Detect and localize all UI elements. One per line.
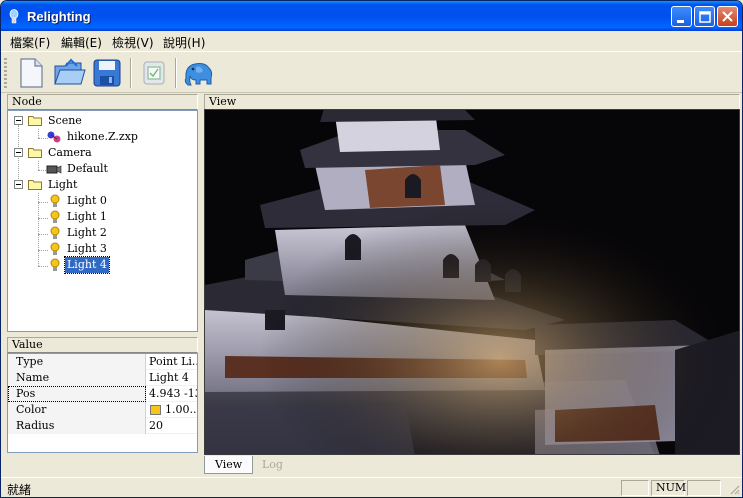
new-file-icon: [20, 58, 43, 88]
tree-item-label: Camera: [48, 146, 92, 159]
tree-item-model[interactable]: hikone.Z.zxp: [8, 129, 197, 145]
toolbar: [1, 51, 742, 93]
view-tabs: View Log: [204, 456, 740, 476]
menu-edit[interactable]: 編輯(E): [61, 34, 102, 51]
app-window: Relighting 檔案(F) 編輯(E) 檢視(V) 說明(H) Node …: [0, 0, 743, 498]
tree-item-label: Light 3: [67, 242, 107, 255]
model-icon: [47, 131, 61, 143]
collapse-toggle[interactable]: [14, 116, 23, 125]
property-row-color[interactable]: Color 1.00...: [8, 402, 197, 418]
title-bar[interactable]: Relighting: [1, 1, 742, 31]
property-key: Radius: [8, 418, 146, 434]
property-value[interactable]: 1.00...: [149, 402, 197, 418]
elephant-button[interactable]: [181, 56, 217, 90]
render-icon: [143, 61, 165, 85]
menu-file[interactable]: 檔案(F): [10, 34, 50, 51]
minimize-icon: [677, 20, 684, 23]
minimize-button[interactable]: [671, 6, 692, 27]
toolbar-grip[interactable]: [4, 58, 7, 88]
tree-item-label: Default: [67, 162, 108, 175]
render-viewport[interactable]: [204, 109, 740, 455]
property-key: Pos: [8, 386, 146, 402]
tree-item-label: Scene: [48, 114, 82, 127]
collapse-toggle[interactable]: [14, 148, 23, 157]
render-button[interactable]: [136, 56, 172, 90]
tree-item-light[interactable]: Light: [8, 177, 197, 193]
castle-render-image: [205, 110, 739, 454]
menu-help[interactable]: 說明(H): [163, 34, 205, 51]
status-cell-caps: [621, 480, 649, 496]
tree-item-label: hikone.Z.zxp: [67, 130, 138, 143]
tree-item-default-camera[interactable]: Default: [8, 161, 197, 177]
close-icon: [722, 11, 733, 22]
tree-item-label: Light 1: [67, 210, 107, 223]
property-row-type[interactable]: Type Point Li...: [8, 354, 197, 370]
tree-item-label: Light: [48, 178, 78, 191]
open-button[interactable]: [51, 56, 87, 90]
save-disk-icon: [93, 59, 121, 87]
folder-icon: [28, 148, 42, 158]
property-row-name[interactable]: Name Light 4: [8, 370, 197, 386]
property-value-text: 1.00...: [165, 403, 197, 416]
node-tree[interactable]: Scene hikone.Z.zxp Camera Default Light: [7, 110, 198, 332]
property-grid: Type Point Li... Name Light 4 Pos 4.943 …: [7, 353, 198, 453]
folder-icon: [28, 116, 42, 126]
property-value[interactable]: Point Li...: [149, 354, 197, 370]
resize-grip-icon[interactable]: [728, 483, 740, 495]
status-text: 就緒: [7, 483, 32, 497]
save-button[interactable]: [89, 56, 125, 90]
elephant-icon: [184, 63, 213, 86]
tab-log[interactable]: Log: [252, 456, 293, 474]
status-cell-num: NUM: [651, 480, 686, 496]
property-value[interactable]: Light 4: [149, 370, 197, 386]
tree-item-label: Light 0: [67, 194, 107, 207]
window-title: Relighting: [27, 9, 91, 24]
toolbar-separator: [175, 58, 177, 88]
lightbulb-icon: [50, 242, 60, 255]
value-panel-header: Value: [7, 337, 198, 353]
folder-icon: [28, 180, 42, 190]
property-key: Name: [8, 370, 146, 386]
property-key: Color: [8, 402, 146, 418]
tree-item-camera[interactable]: Camera: [8, 145, 197, 161]
maximize-icon: [699, 11, 711, 23]
tree-item-light-3[interactable]: Light 3: [8, 241, 197, 257]
tree-item-label-selected: Light 4: [64, 256, 110, 274]
property-value[interactable]: 20: [149, 418, 197, 434]
menu-view[interactable]: 檢視(V): [112, 34, 154, 51]
tree-item-label: Light 2: [67, 226, 107, 239]
tree-item-light-1[interactable]: Light 1: [8, 209, 197, 225]
property-key: Type: [8, 354, 146, 370]
collapse-toggle[interactable]: [14, 180, 23, 189]
color-swatch: [150, 405, 161, 415]
maximize-button[interactable]: [694, 6, 715, 27]
lightbulb-icon: [50, 194, 60, 207]
tree-item-light-4[interactable]: Light 4: [8, 256, 197, 274]
lightbulb-app-icon: [9, 9, 19, 24]
tree-item-light-2[interactable]: Light 2: [8, 225, 197, 241]
property-row-pos[interactable]: Pos 4.943 -13: [8, 386, 197, 402]
lightbulb-icon: [50, 210, 60, 223]
status-cell-scroll: [687, 480, 721, 496]
lightbulb-icon: [50, 258, 60, 271]
camera-icon: [46, 165, 62, 174]
tree-item-light-0[interactable]: Light 0: [8, 193, 197, 209]
tree-item-scene[interactable]: Scene: [8, 113, 197, 129]
close-button[interactable]: [717, 6, 738, 27]
menu-bar: 檔案(F) 編輯(E) 檢視(V) 說明(H): [1, 31, 742, 51]
view-panel-header: View: [204, 94, 740, 110]
status-bar: 就緒 NUM: [1, 477, 742, 497]
property-row-radius[interactable]: Radius 20: [8, 418, 197, 434]
open-folder-icon: [54, 58, 86, 85]
property-value[interactable]: 4.943 -13: [149, 386, 197, 402]
node-panel-header: Node: [7, 94, 198, 110]
lightbulb-icon: [50, 226, 60, 239]
tab-view[interactable]: View: [204, 456, 254, 474]
toolbar-separator: [130, 58, 132, 88]
new-button[interactable]: [13, 56, 49, 90]
